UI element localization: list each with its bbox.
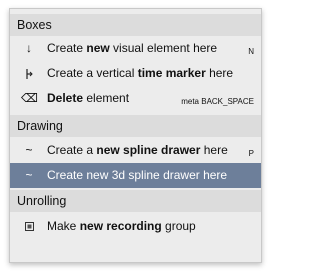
tilde-icon: ~ <box>25 143 33 157</box>
menu-item-label: Create new 3d spline drawer here <box>47 168 228 182</box>
menu-item-new-spline[interactable]: ~ Create a new spline drawer here P <box>10 138 261 163</box>
backspace-icon: ⌫ <box>21 91 38 105</box>
arrow-down-icon: ↓ <box>26 41 32 55</box>
menu-item-label: Create new visual element here <box>47 41 218 55</box>
menu-item-time-marker[interactable]: Create a vertical time marker here <box>10 61 261 86</box>
context-menu: Boxes ↓ Create new visual element here N… <box>9 8 262 263</box>
menu-item-label: Create a new spline drawer here <box>47 143 228 157</box>
section-boxes: Boxes <box>10 14 261 36</box>
section-drawing: Drawing <box>10 115 261 137</box>
menu-item-label: Create a vertical time marker here <box>47 66 234 80</box>
shortcut-hint: meta BACK_SPACE <box>181 97 254 106</box>
menu-item-recording-group[interactable]: Make new recording group <box>10 214 261 239</box>
tilde-icon: ~ <box>25 168 33 182</box>
menu-item-create-element[interactable]: ↓ Create new visual element here N <box>10 36 261 61</box>
recording-group-icon <box>21 214 37 239</box>
menu-item-delete-element[interactable]: ⌫ Delete element meta BACK_SPACE <box>10 86 261 111</box>
menu-item-label: Delete element <box>47 91 130 105</box>
menu-item-label: Make new recording group <box>47 219 196 233</box>
menu-item-new-3d-spline[interactable]: ~ Create new 3d spline drawer here <box>10 163 261 188</box>
section-unrolling: Unrolling <box>10 190 261 212</box>
time-marker-icon <box>21 61 37 86</box>
